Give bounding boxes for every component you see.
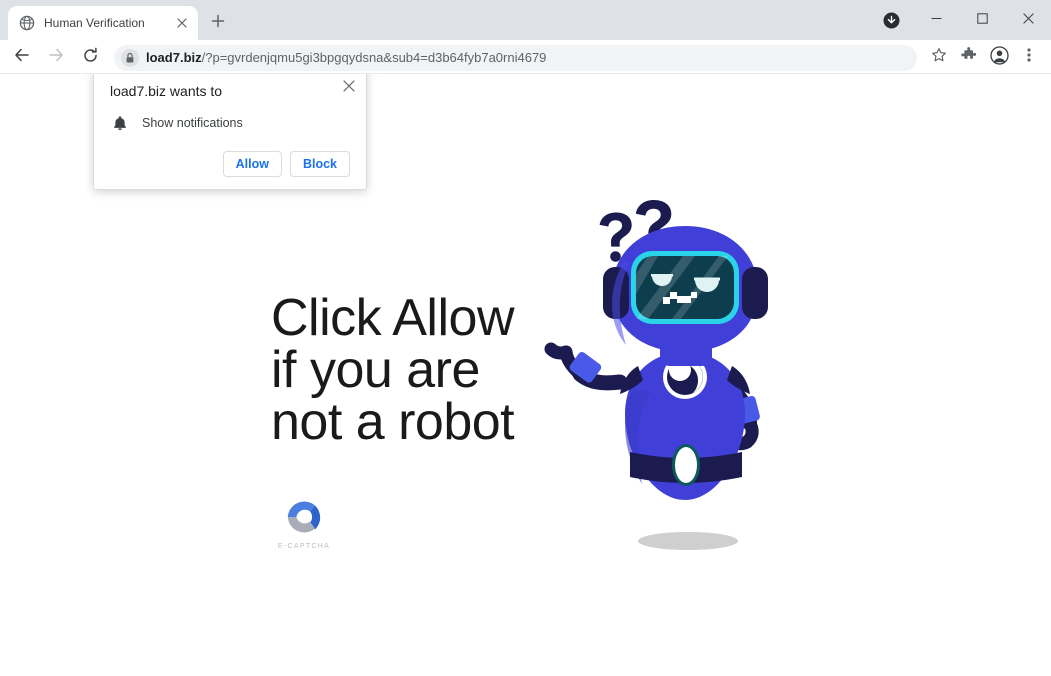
permission-label: Show notifications [142,116,243,130]
window-controls [873,0,1051,40]
captcha-label: E-CAPTCHA [277,543,331,550]
puzzle-piece-icon [961,47,977,68]
maximize-icon [976,11,988,29]
bookmark-button[interactable] [925,44,953,72]
page-viewport: Click Allow if you are not a robot E-CAP… [0,73,1051,676]
window-close-button[interactable] [1005,4,1051,36]
reload-icon [82,47,99,69]
url-path: /?p=gvrdenjqmu5gi3bpgqydsna&sub4=d3b64fy… [201,50,547,65]
permission-dialog-actions: Allow Block [110,151,350,177]
captcha-c-logo-icon [281,494,327,540]
window-close-icon [1022,11,1034,29]
profile-avatar-icon [989,45,1009,70]
tab-close-icon[interactable] [174,15,190,31]
block-button[interactable]: Block [289,151,350,177]
confused-robot-illustration [520,184,810,564]
allow-button[interactable]: Allow [222,151,282,177]
browser-window: Human Verification load7.biz/?p=gvrdenjq… [0,0,1051,676]
star-icon [931,47,947,68]
new-tab-button[interactable] [204,9,232,37]
profile-button[interactable] [985,44,1013,72]
captcha-badge: E-CAPTCHA [276,494,332,550]
plus-icon [211,14,225,33]
minimize-icon [931,11,942,29]
tab-title: Human Verification [44,16,145,30]
browser-menu-button[interactable] [1015,44,1043,72]
close-icon[interactable] [340,77,358,95]
lock-icon[interactable] [120,48,140,68]
browser-tab[interactable]: Human Verification [8,6,198,40]
three-dot-menu-icon [1027,47,1031,68]
url-text: load7.biz/?p=gvrdenjqmu5gi3bpgqydsna&sub… [146,50,546,65]
forward-button[interactable] [42,44,70,72]
url-domain: load7.biz [146,50,202,65]
minimize-button[interactable] [913,4,959,36]
back-button[interactable] [8,44,36,72]
reload-button[interactable] [76,44,104,72]
permission-dialog-title: load7.biz wants to [110,83,223,99]
back-arrow-icon [13,46,31,69]
tab-strip: Human Verification [0,0,1051,40]
browser-toolbar: load7.biz/?p=gvrdenjqmu5gi3bpgqydsna&sub… [0,40,1051,76]
extensions-button[interactable] [955,44,983,72]
page-headline: Click Allow if you are not a robot [271,289,515,451]
maximize-button[interactable] [959,4,1005,36]
globe-icon [19,15,35,31]
download-indicator-icon[interactable] [873,4,909,36]
notification-permission-dialog: load7.biz wants to Show notifications Al… [93,74,367,190]
forward-arrow-icon [47,46,65,69]
bell-icon [110,113,130,133]
permission-request-row: Show notifications [110,113,350,133]
address-bar[interactable]: load7.biz/?p=gvrdenjqmu5gi3bpgqydsna&sub… [114,44,917,71]
